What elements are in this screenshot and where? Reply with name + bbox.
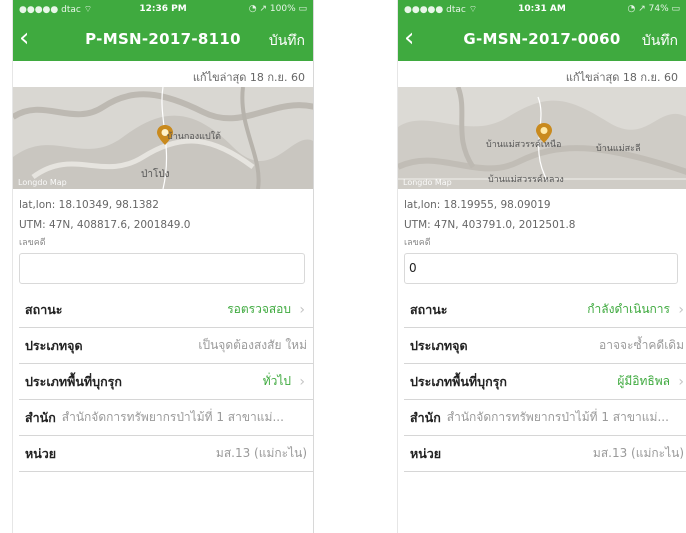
phone-screen-left: ●●●●● dtac ⌔ 12:36 PM ◔ ↗ 100% ▭ ‹ P-MSN…	[12, 0, 314, 533]
status-row[interactable]: สถานะ รอตรวจสอบ ›	[19, 292, 313, 328]
chevron-right-icon: ›	[678, 373, 684, 390]
case-number-label: เลขคดี	[19, 238, 46, 248]
encroachment-type-row[interactable]: ประเภทพื้นที่บุกรุก ผู้มีอิทธิพล ›	[404, 364, 686, 400]
row-label: สถานะ	[410, 301, 448, 317]
chevron-right-icon: ›	[678, 301, 684, 318]
case-number-input[interactable]	[19, 253, 305, 284]
row-value: สำนักจัดการทรัพยากรป่าไม้ที่ 1 สาขาแม่..…	[61, 410, 284, 424]
status-bar: ●●●●● dtac ⌔ 12:36 PM ◔ ↗ 100% ▭	[13, 0, 313, 20]
battery-indicator: ◔ ↗ 74% ▭	[627, 4, 680, 14]
last-updated: แก้ไขล่าสุด 18 ก.ย. 60	[565, 71, 678, 84]
case-number-label: เลขคดี	[404, 238, 431, 248]
save-button[interactable]: บันทึก	[269, 30, 305, 52]
chevron-right-icon: ›	[299, 301, 305, 318]
row-label: หน่วย	[410, 445, 442, 461]
point-type-row: ประเภทจุด อาจจะซ้ำคดีเดิม	[404, 328, 686, 364]
map-view[interactable]: บ้านแม่สวรรค์เหนือ บ้านแม่สะลี บ้านแม่สว…	[398, 87, 686, 189]
row-label: ประเภทพื้นที่บุกรุก	[25, 373, 122, 389]
row-label: ประเภทจุด	[410, 337, 468, 353]
row-value: กำลังดำเนินการ	[587, 302, 670, 316]
map-provider-logo: Longdo Map	[18, 178, 67, 187]
app-header: ●●●●● dtac ⌔ 12:36 PM ◔ ↗ 100% ▭ ‹ P-MSN…	[13, 0, 313, 61]
nav-bar: ‹ G-MSN-2017-0060 บันทึก	[398, 20, 686, 61]
office-row: สำนัก สำนักจัดการทรัพยากรป่าไม้ที่ 1 สาข…	[19, 400, 313, 436]
row-label: สถานะ	[25, 301, 63, 317]
screenshot-pair: ●●●●● dtac ⌔ 12:36 PM ◔ ↗ 100% ▭ ‹ P-MSN…	[0, 0, 686, 533]
row-label: ประเภทพื้นที่บุกรุก	[410, 373, 507, 389]
nav-bar: ‹ P-MSN-2017-8110 บันทึก	[13, 20, 313, 61]
details-list: สถานะ กำลังดำเนินการ › ประเภทจุด อาจจะซ้…	[398, 292, 686, 472]
status-bar: ●●●●● dtac ⌔ 10:31 AM ◔ ↗ 74% ▭	[398, 0, 686, 20]
status-row[interactable]: สถานะ กำลังดำเนินการ ›	[404, 292, 686, 328]
case-number-input[interactable]: 0	[404, 253, 678, 284]
latlon-text: lat,lon: 18.10349, 98.1382	[19, 199, 159, 211]
encroachment-type-row[interactable]: ประเภทพื้นที่บุกรุก ทั่วไป ›	[19, 364, 313, 400]
row-label: หน่วย	[25, 445, 57, 461]
office-row: สำนัก สำนักจัดการทรัพยากรป่าไม้ที่ 1 สาข…	[404, 400, 686, 436]
row-value: รอตรวจสอบ	[227, 302, 291, 316]
map-provider-logo: Longdo Map	[403, 178, 452, 187]
latlon-text: lat,lon: 18.19955, 98.09019	[404, 199, 551, 211]
last-updated: แก้ไขล่าสุด 18 ก.ย. 60	[192, 71, 305, 84]
row-value: อาจจะซ้ำคดีเดิม	[599, 338, 684, 352]
chevron-right-icon: ›	[299, 373, 305, 390]
row-value: ผู้มีอิทธิพล	[617, 374, 670, 388]
map-place-label: บ้านกองแปใต้	[167, 132, 221, 142]
battery-indicator: ◔ ↗ 100% ▭	[248, 4, 307, 14]
map-place-label: ป่าโป่ง	[141, 169, 170, 180]
row-label: ประเภทจุด	[25, 337, 83, 353]
utm-text: UTM: 47N, 403791.0, 2012501.8	[404, 219, 576, 231]
row-value: มส.13 (แม่กะไน)	[215, 446, 307, 460]
details-list: สถานะ รอตรวจสอบ › ประเภทจุด เป็นจุดต้องส…	[13, 292, 313, 472]
utm-text: UTM: 47N, 408817.6, 2001849.0	[19, 219, 191, 231]
row-value: มส.13 (แม่กะไน)	[592, 446, 684, 460]
map-view[interactable]: บ้านกองแปใต้ ป่าโป่ง Longdo Map	[13, 87, 313, 189]
map-place-label: บ้านแม่สวรรค์เหนือ	[486, 140, 562, 150]
row-label: สำนัก	[410, 409, 441, 425]
map-place-label: บ้านแม่สวรรค์หลวง	[488, 175, 564, 185]
row-value: เป็นจุดต้องสงสัย ใหม่	[198, 338, 307, 352]
point-type-row: ประเภทจุด เป็นจุดต้องสงสัย ใหม่	[19, 328, 313, 364]
phone-screen-right: ●●●●● dtac ⌔ 10:31 AM ◔ ↗ 74% ▭ ‹ G-MSN-…	[397, 0, 686, 533]
map-place-label: บ้านแม่สะลี	[596, 144, 641, 154]
row-value: สำนักจัดการทรัพยากรป่าไม้ที่ 1 สาขาแม่..…	[446, 410, 669, 424]
unit-row: หน่วย มส.13 (แม่กะไน)	[404, 436, 686, 472]
save-button[interactable]: บันทึก	[642, 30, 678, 52]
row-label: สำนัก	[25, 409, 56, 425]
row-value: ทั่วไป	[262, 374, 291, 388]
app-header: ●●●●● dtac ⌔ 10:31 AM ◔ ↗ 74% ▭ ‹ G-MSN-…	[398, 0, 686, 61]
unit-row: หน่วย มส.13 (แม่กะไน)	[19, 436, 313, 472]
